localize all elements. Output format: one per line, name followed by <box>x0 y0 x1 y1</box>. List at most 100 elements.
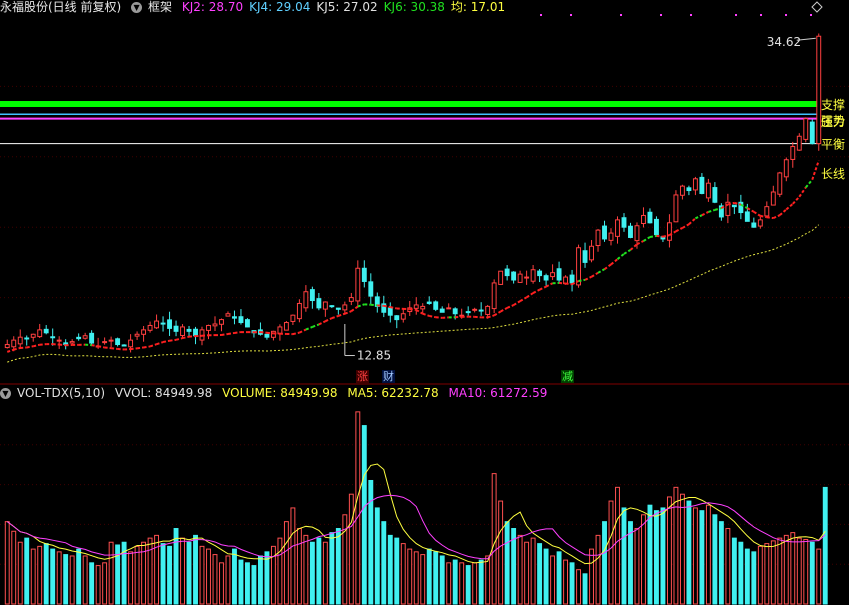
volume-bar <box>550 555 556 605</box>
volume-bar <box>361 425 367 605</box>
volume-bar <box>420 554 426 605</box>
volume-bar <box>472 562 478 605</box>
volume-bar <box>257 555 263 605</box>
volume-bar <box>232 548 237 605</box>
volume-bar <box>433 551 439 605</box>
volume-bar <box>712 514 718 605</box>
volume-bar <box>589 548 594 605</box>
volume-bar <box>725 528 731 605</box>
volume-bar <box>556 551 562 605</box>
volume-bar <box>180 537 185 605</box>
volume-bar <box>225 555 231 605</box>
volume-bar <box>309 541 315 605</box>
volume-bar <box>316 537 322 605</box>
volume-bar <box>751 551 757 605</box>
volume-bar <box>822 486 828 605</box>
volume-bar <box>50 548 56 605</box>
volume-bar <box>154 534 160 605</box>
volume-bar <box>465 565 471 605</box>
volume-bar <box>4 521 10 605</box>
volume-bar <box>199 545 205 605</box>
event-tag[interactable]: 减 <box>561 370 574 383</box>
volume-bar <box>705 504 711 605</box>
volume-bar <box>718 521 724 605</box>
volume-bar <box>783 534 789 605</box>
volume-bar <box>744 548 750 605</box>
volume-bar <box>615 486 620 605</box>
volume-bar <box>43 543 49 605</box>
volume-bar <box>686 500 692 605</box>
volume-bar <box>69 555 75 605</box>
volume-bar <box>679 493 685 605</box>
volume-bar <box>82 555 88 605</box>
volume-bar <box>621 507 627 605</box>
volume-bar <box>394 537 400 605</box>
volume-bar <box>348 493 354 605</box>
volume-bar <box>699 510 705 605</box>
volume-bar <box>809 541 815 605</box>
volume-bar <box>102 562 108 605</box>
event-tag[interactable]: 涨 <box>356 370 369 383</box>
volume-bar <box>647 504 653 605</box>
volume-bar <box>89 562 95 605</box>
volume-bar <box>374 507 380 605</box>
volume-bar <box>634 528 640 605</box>
volume-bar <box>673 486 679 605</box>
volume-bar <box>803 538 809 605</box>
volume-bar <box>738 541 744 605</box>
volume-bar <box>777 537 783 605</box>
volume-bar <box>63 554 69 605</box>
volume-bar <box>446 562 452 605</box>
volume-bar <box>277 537 283 605</box>
volume-bar <box>381 521 387 605</box>
volume-bar <box>108 541 114 605</box>
volume-bar <box>764 543 770 605</box>
volume-bar <box>160 543 166 605</box>
volume-bar <box>790 532 796 605</box>
volume-bar <box>167 545 172 605</box>
volume-bar <box>491 473 497 605</box>
volume-bar <box>147 537 153 605</box>
volume-bar <box>251 565 257 605</box>
volume-bar <box>193 534 198 605</box>
volume-bar <box>283 521 289 605</box>
volume-bar <box>569 562 575 605</box>
volume-bar <box>128 551 134 605</box>
volume-chart[interactable] <box>0 0 849 605</box>
volume-bar <box>485 555 491 605</box>
volume-bar <box>355 411 361 605</box>
volume-bar <box>335 528 341 605</box>
volume-bar <box>666 496 672 605</box>
volume-bar <box>407 548 413 605</box>
volume-bar <box>368 479 374 605</box>
volume-bar <box>439 555 445 605</box>
volume-bar <box>76 548 82 605</box>
volume-bar <box>459 562 465 605</box>
volume-bar <box>206 548 211 605</box>
volume-bar <box>95 565 101 605</box>
volume-bar <box>426 548 432 605</box>
volume-bar <box>322 541 328 605</box>
volume-bar <box>400 543 406 605</box>
volume-bar <box>654 510 659 605</box>
volume-bar <box>770 540 776 605</box>
volume-bar <box>796 537 802 605</box>
volume-bar <box>530 537 536 605</box>
volume-bar <box>452 559 458 605</box>
volume-bar <box>387 534 393 605</box>
volume-bar <box>290 507 296 605</box>
volume-bar <box>582 573 588 605</box>
volume-bar <box>563 559 569 605</box>
volume-bar <box>757 545 763 605</box>
volume-bar <box>413 551 419 605</box>
volume-bar <box>17 541 23 605</box>
volume-bar <box>543 548 549 605</box>
volume-bar <box>660 507 666 605</box>
volume-bar <box>816 548 822 605</box>
volume-bar <box>115 544 121 605</box>
volume-bar <box>731 537 737 605</box>
volume-bar <box>595 534 601 605</box>
event-tag[interactable]: 财 <box>382 370 395 383</box>
volume-bar <box>238 559 244 605</box>
volume-bar <box>504 521 510 605</box>
